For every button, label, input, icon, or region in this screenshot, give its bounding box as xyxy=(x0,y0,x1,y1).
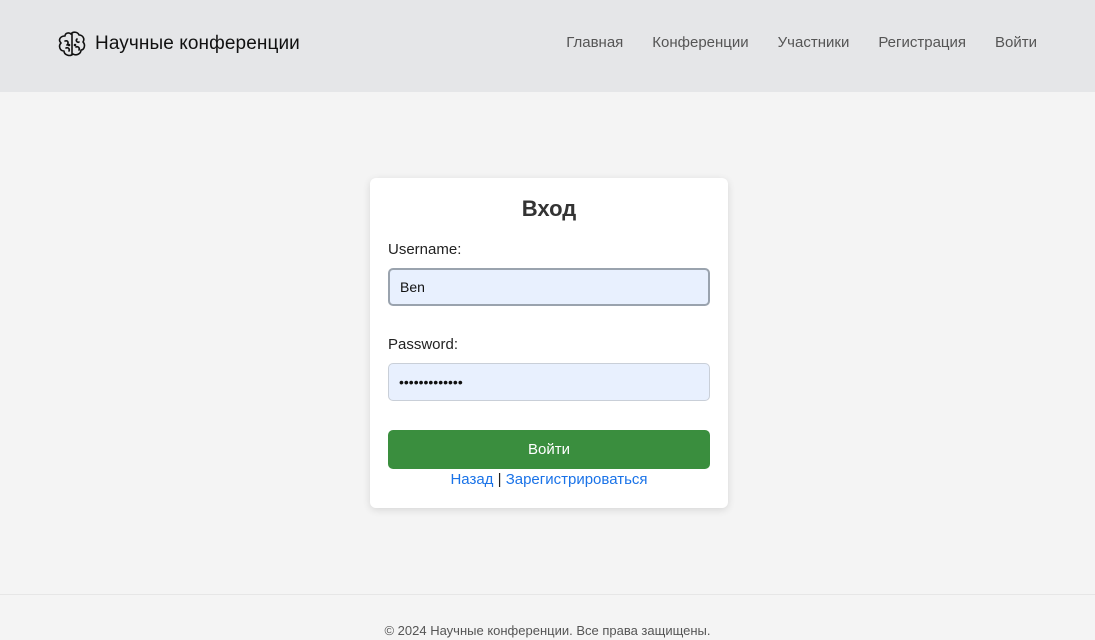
brain-icon xyxy=(58,31,86,57)
site-header: Научные конференции Главная Конференции … xyxy=(0,0,1095,92)
nav-home[interactable]: Главная xyxy=(566,34,623,51)
nav-registration[interactable]: Регистрация xyxy=(878,34,966,51)
back-link[interactable]: Назад xyxy=(450,471,493,488)
login-title: Вход xyxy=(521,196,577,221)
brand[interactable]: Научные конференции xyxy=(57,29,300,59)
username-label: Username: xyxy=(388,241,462,258)
main-nav: Главная Конференции Участники Регистраци… xyxy=(566,34,1037,51)
nav-conferences[interactable]: Конференции xyxy=(652,34,748,51)
link-separator: | xyxy=(497,471,506,488)
register-link[interactable]: Зарегистрироваться xyxy=(506,471,648,488)
footer-divider xyxy=(0,594,1095,595)
username-input[interactable] xyxy=(388,268,710,306)
login-button[interactable]: Войти xyxy=(388,430,710,469)
nav-login[interactable]: Войти xyxy=(995,34,1037,51)
login-card: Вход Username: Password: Войти Назад | З… xyxy=(370,178,728,508)
password-input[interactable] xyxy=(388,363,710,401)
password-label: Password: xyxy=(388,336,459,353)
footer-copyright: © 2024 Научные конференции. Все права за… xyxy=(384,623,711,638)
form-links: Назад | Зарегистрироваться xyxy=(370,471,728,488)
brand-title: Научные конференции xyxy=(95,33,300,54)
nav-participants[interactable]: Участники xyxy=(778,34,850,51)
